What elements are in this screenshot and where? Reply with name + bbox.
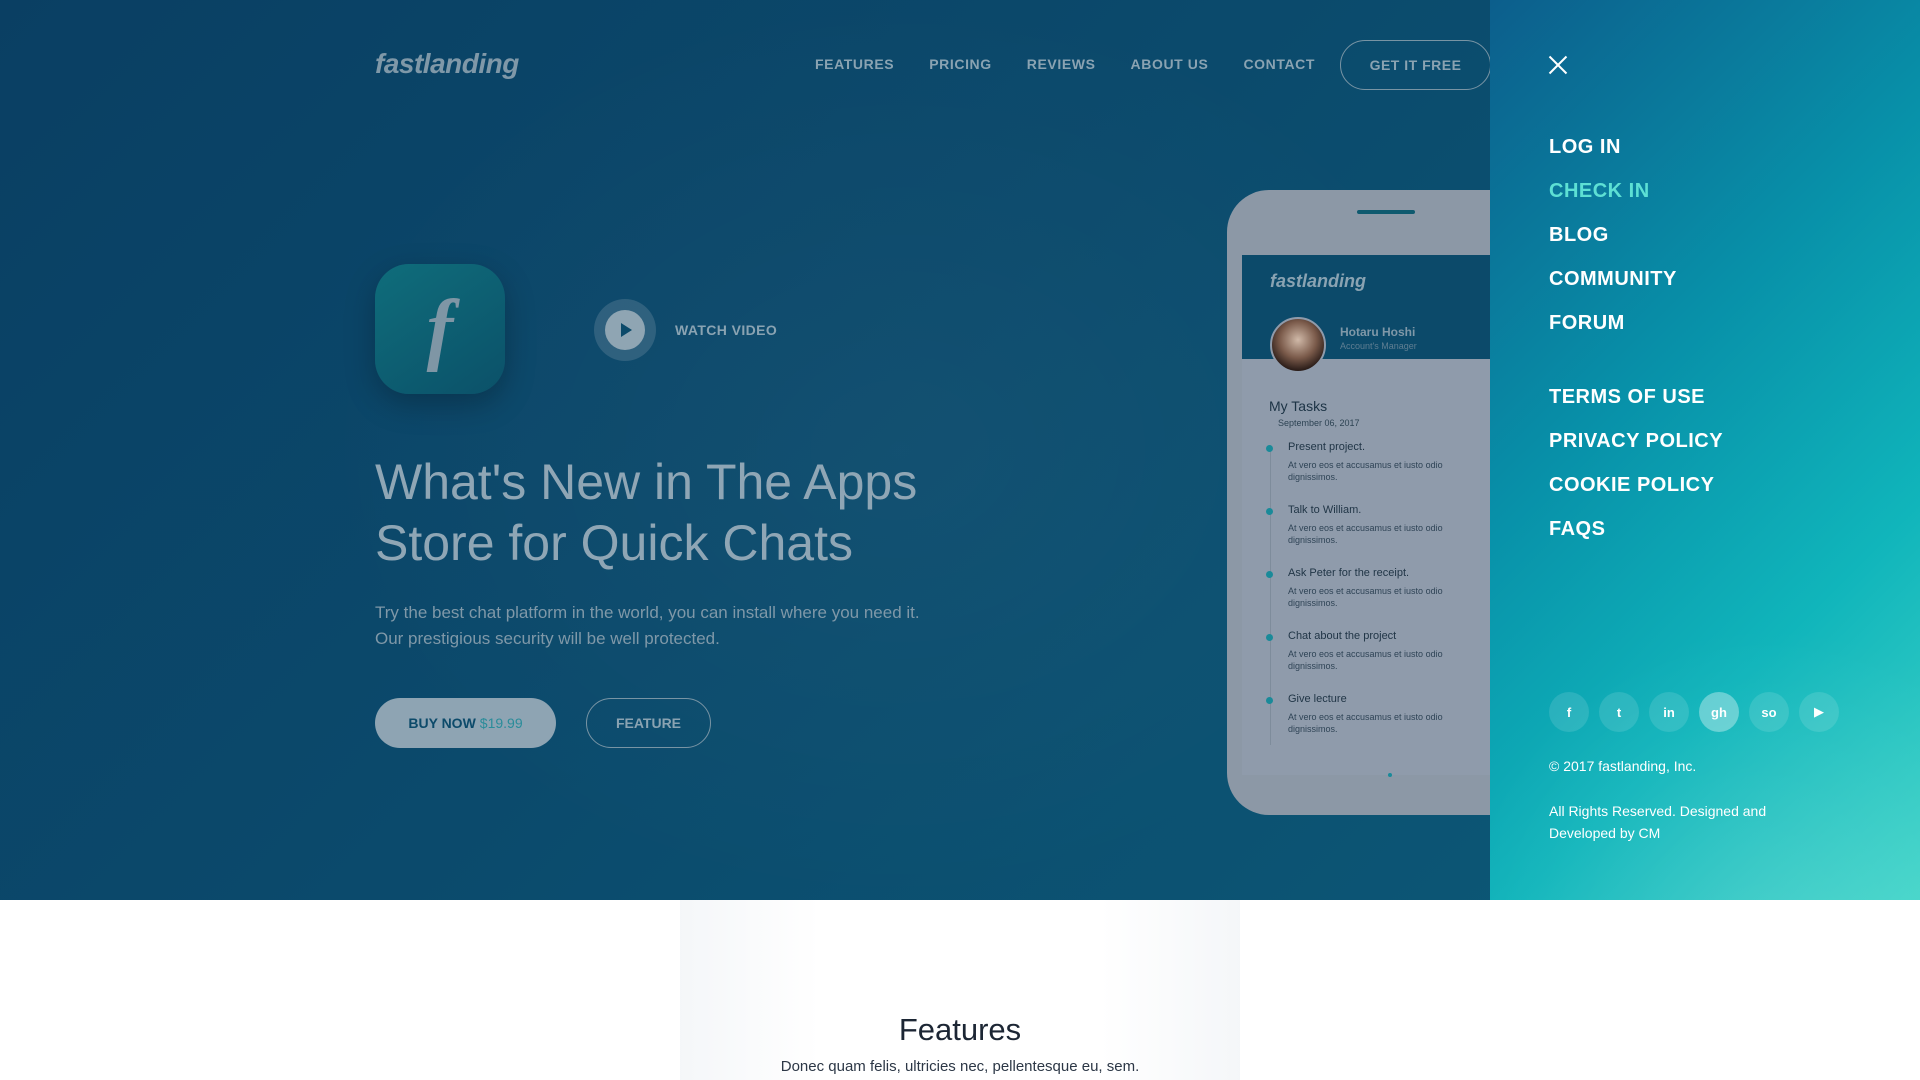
nav-contact[interactable]: CONTACT xyxy=(1243,56,1315,72)
subtext-line-2: Our prestigious security will be well pr… xyxy=(375,629,720,648)
play-icon xyxy=(605,310,645,350)
task-dot xyxy=(1266,445,1273,452)
github-icon[interactable]: gh xyxy=(1699,692,1739,732)
subtext-line-1: Try the best chat platform in the world,… xyxy=(375,603,920,622)
copyright-text: © 2017 fastlanding, Inc. xyxy=(1549,758,1697,774)
feature-button[interactable]: FEATURE xyxy=(586,698,711,748)
features-background xyxy=(680,900,1240,1080)
phone-page-indicator xyxy=(1388,773,1392,777)
youtube-icon[interactable]: ▶ xyxy=(1799,692,1839,732)
task-dot xyxy=(1266,634,1273,641)
menu-item-faqs[interactable]: FAQS xyxy=(1549,518,1723,562)
task-desc: At vero eos et accusamus et iusto odio d… xyxy=(1288,460,1443,482)
buy-now-label: BUY NOW xyxy=(408,715,476,731)
headline-line-1: What's New in The Apps xyxy=(375,454,918,510)
task-dot xyxy=(1266,508,1273,515)
phone-tasks-title: My Tasks xyxy=(1269,398,1328,414)
task-title: Talk to William. xyxy=(1288,504,1362,516)
headline-line-2: Store for Quick Chats xyxy=(375,515,853,571)
nav-about-us[interactable]: ABOUT US xyxy=(1131,56,1209,72)
menu-item-cookie-policy[interactable]: COOKIE POLICY xyxy=(1549,474,1723,518)
phone-user-name: Hotaru Hoshi xyxy=(1340,325,1416,339)
phone-tasks-date: September 06, 2017 xyxy=(1278,418,1360,428)
task-dot xyxy=(1266,571,1273,578)
menu-item-forum[interactable]: FORUM xyxy=(1549,312,1677,356)
menu-item-community[interactable]: COMMUNITY xyxy=(1549,268,1677,312)
features-title: Features xyxy=(898,1012,1022,1047)
side-menu: LOG IN CHECK IN BLOG COMMUNITY FORUM TER… xyxy=(1490,0,1920,900)
play-video-button[interactable] xyxy=(594,299,656,361)
hero-subtext: Try the best chat platform in the world,… xyxy=(375,600,1015,652)
phone-speaker xyxy=(1357,210,1415,214)
menu-item-privacy-policy[interactable]: PRIVACY POLICY xyxy=(1549,430,1723,474)
nav-reviews[interactable]: REVIEWS xyxy=(1027,56,1096,72)
avatar xyxy=(1270,317,1326,373)
menu-item-terms-of-use[interactable]: TERMS OF USE xyxy=(1549,386,1723,430)
nav-pricing[interactable]: PRICING xyxy=(929,56,992,72)
app-icon-letter: f xyxy=(426,284,454,373)
task-title: Ask Peter for the receipt. xyxy=(1288,567,1410,579)
task-desc: At vero eos et accusamus et iusto odio d… xyxy=(1288,586,1443,608)
menu-item-log-in[interactable]: LOG IN xyxy=(1549,136,1677,180)
watch-video-label[interactable]: WATCH VIDEO xyxy=(675,322,777,338)
facebook-icon[interactable]: f xyxy=(1549,692,1589,732)
menu-item-check-in[interactable]: CHECK IN xyxy=(1549,180,1677,224)
task-desc: At vero eos et accusamus et iusto odio d… xyxy=(1288,649,1443,671)
twitter-icon[interactable]: t xyxy=(1599,692,1639,732)
phone-logo: fastlanding xyxy=(1270,271,1367,291)
get-it-free-button[interactable]: GET IT FREE xyxy=(1340,40,1491,90)
close-icon[interactable] xyxy=(1548,55,1568,75)
features-subtitle: Donec quam felis, ultricies nec, pellent… xyxy=(780,1058,1140,1075)
logo[interactable]: fastlanding xyxy=(375,48,519,80)
task-desc: At vero eos et accusamus et iusto odio d… xyxy=(1288,523,1443,545)
social-links: f t in gh so ▶ xyxy=(1549,692,1839,732)
rights-text: All Rights Reserved. Designed and Develo… xyxy=(1549,803,1767,841)
buy-now-button[interactable]: BUY NOW $19.99 xyxy=(375,698,556,748)
nav-features[interactable]: FEATURES xyxy=(815,56,894,72)
phone-user-role: Account's Manager xyxy=(1340,341,1417,351)
task-title: Give lecture xyxy=(1288,693,1347,705)
menu-item-blog[interactable]: BLOG xyxy=(1549,224,1677,268)
stackoverflow-icon[interactable]: so xyxy=(1749,692,1789,732)
hero-headline: What's New in The Apps Store for Quick C… xyxy=(375,452,1075,574)
task-title: Present project. xyxy=(1288,441,1366,453)
task-desc: At vero eos et accusamus et iusto odio d… xyxy=(1288,712,1443,734)
task-dot xyxy=(1266,697,1273,704)
side-menu-secondary: TERMS OF USE PRIVACY POLICY COOKIE POLIC… xyxy=(1549,386,1723,562)
task-title: Chat about the project xyxy=(1288,630,1397,642)
side-menu-primary: LOG IN CHECK IN BLOG COMMUNITY FORUM xyxy=(1549,136,1677,356)
linkedin-icon[interactable]: in xyxy=(1649,692,1689,732)
buy-now-price: $19.99 xyxy=(479,715,523,731)
main-nav: FEATURES PRICING REVIEWS ABOUT US CONTAC… xyxy=(815,56,1350,72)
app-icon: f xyxy=(375,264,505,394)
